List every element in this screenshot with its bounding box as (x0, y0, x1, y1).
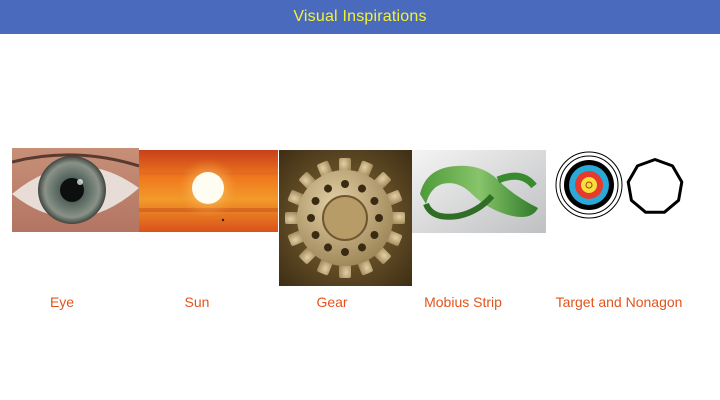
eye-photo (12, 148, 139, 232)
sun-photo (139, 150, 278, 232)
caption-gear: Gear (316, 294, 348, 310)
nonagon-shape (626, 158, 684, 214)
gear-photo (279, 150, 412, 286)
page-title: Visual Inspirations (293, 8, 427, 25)
caption-eye: Eye (49, 294, 75, 310)
caption-target-and-nonagon: Target and Nonagon (555, 294, 683, 310)
caption-mobius-strip: Mobius Strip (424, 294, 502, 310)
title-bar: Visual Inspirations (0, 0, 720, 34)
mobius-photo (412, 150, 546, 233)
archery-target (555, 151, 623, 219)
caption-sun: Sun (184, 294, 210, 310)
target-nonagon-image (554, 150, 690, 222)
